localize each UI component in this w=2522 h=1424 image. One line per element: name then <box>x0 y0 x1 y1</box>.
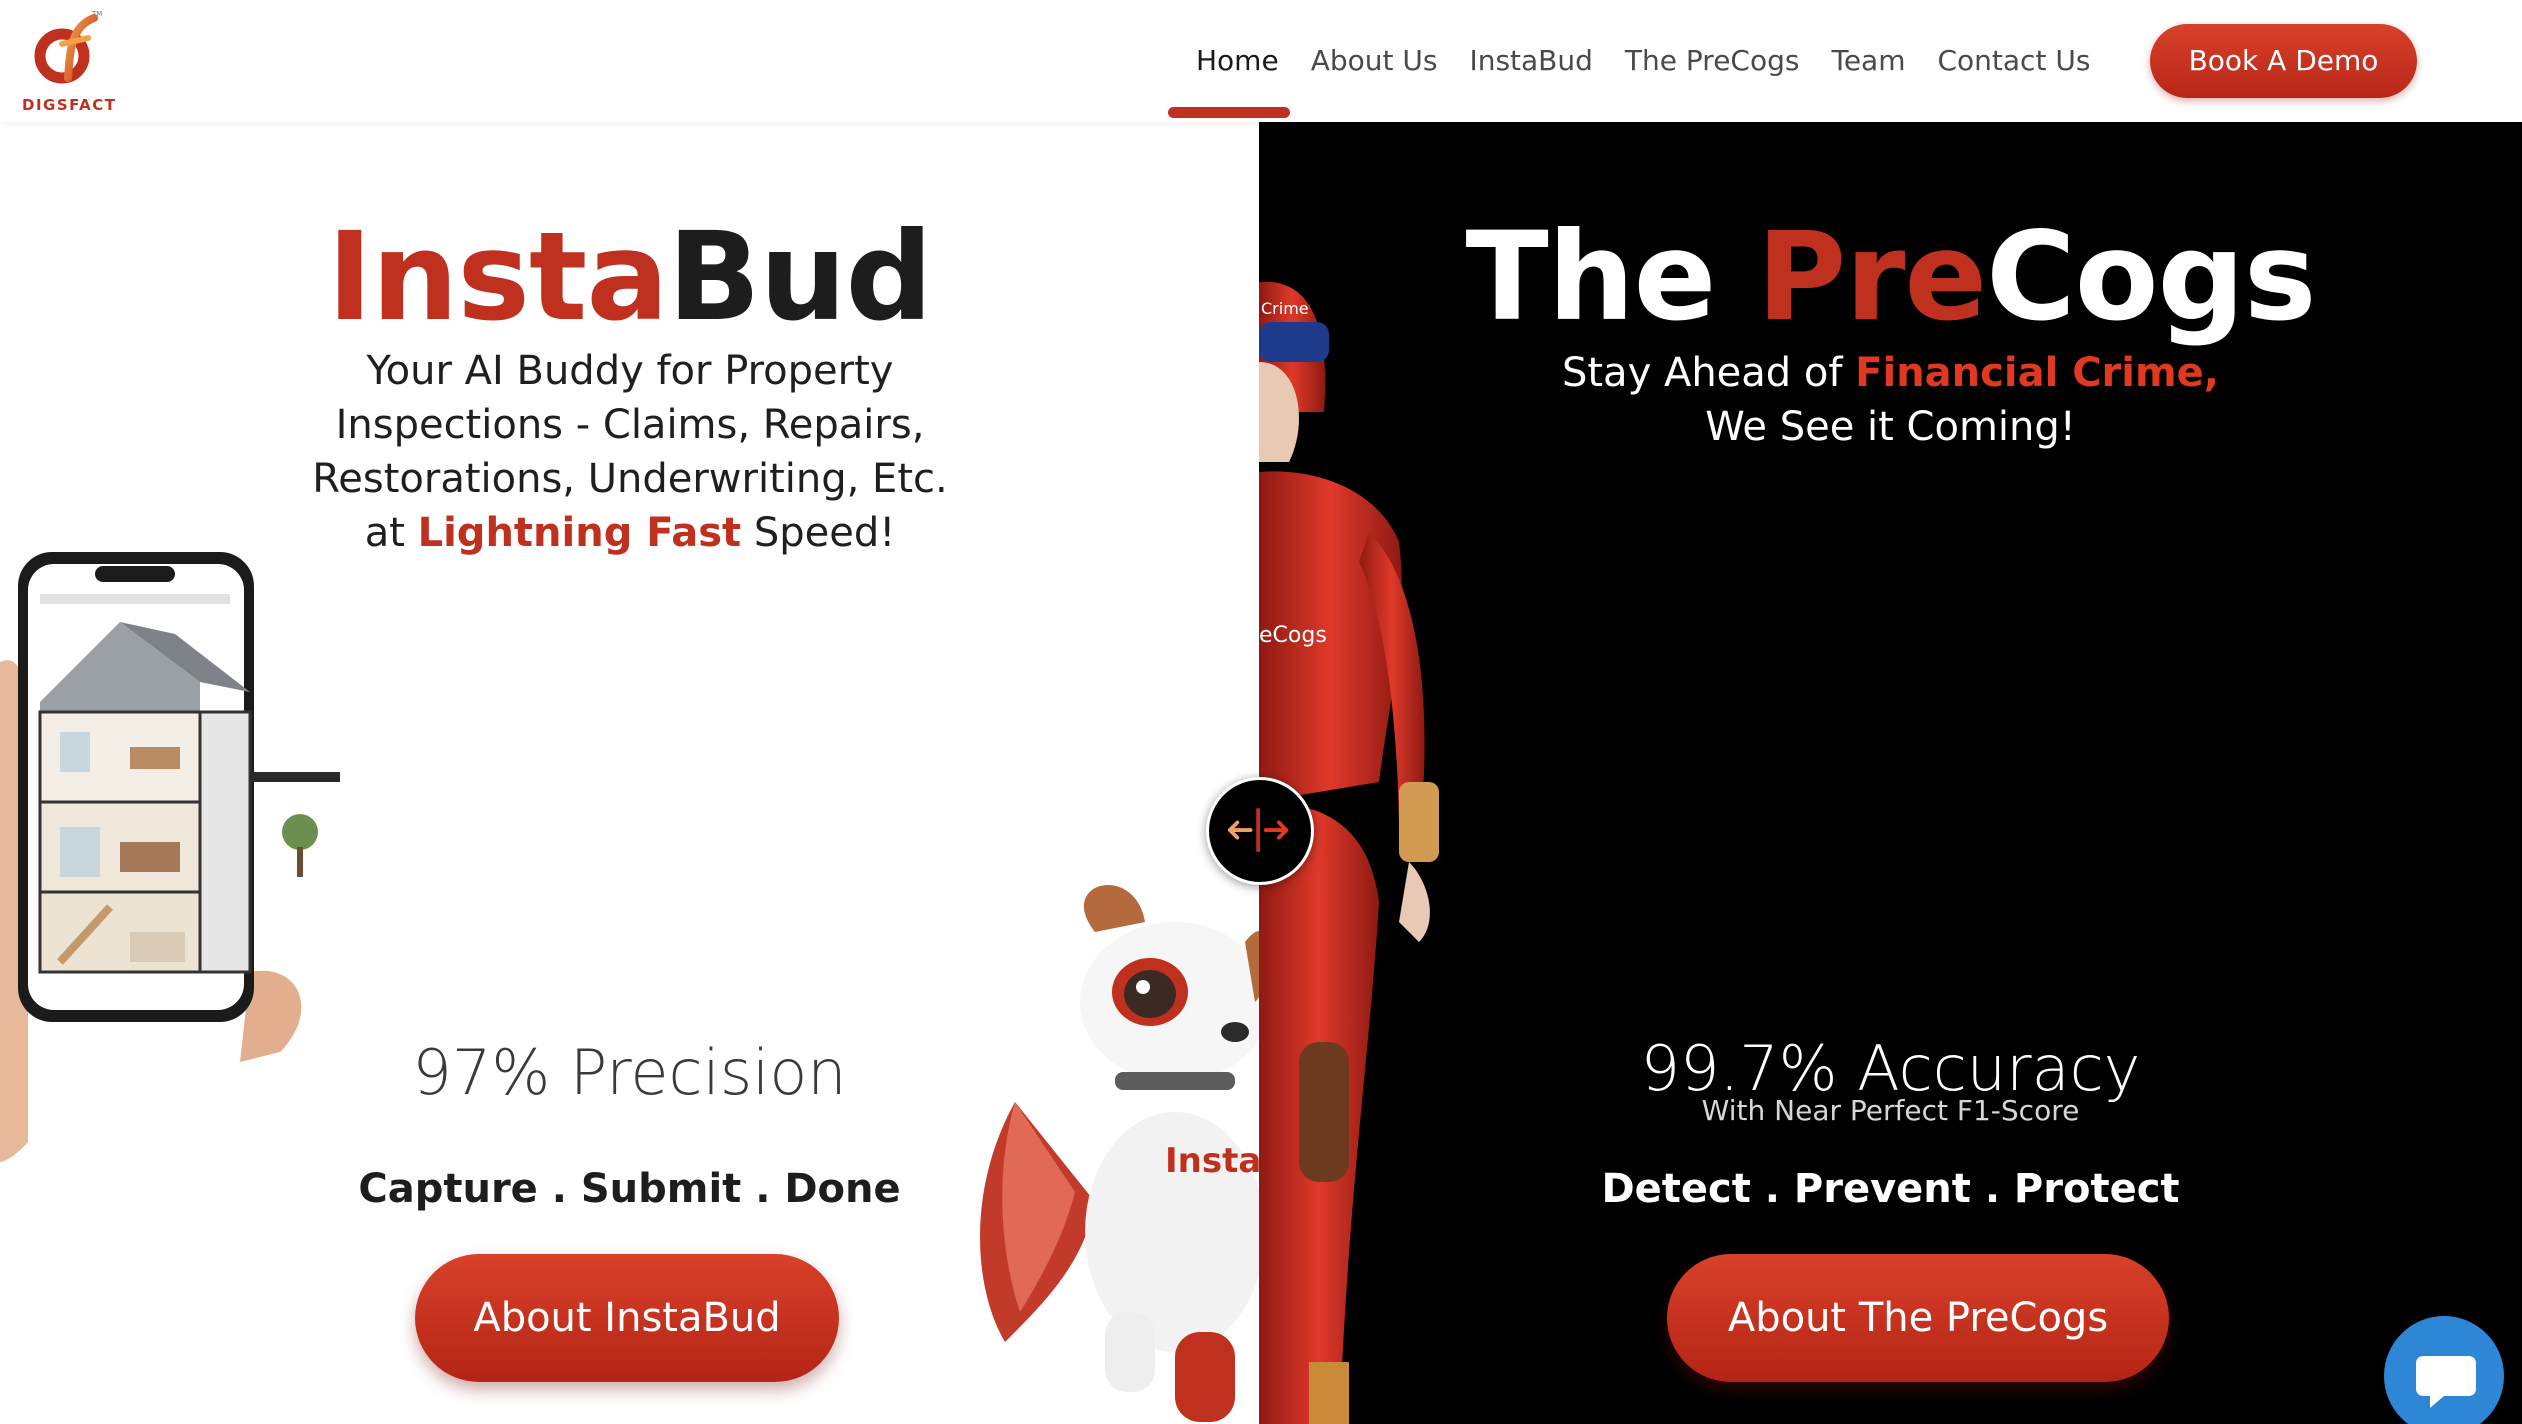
precogs-subtitle-highlight: Financial Crime, <box>1855 350 2219 396</box>
instabud-motto: Capture . Submit . Done <box>358 1166 901 1212</box>
precogs-title-pre: The <box>1465 206 1757 348</box>
precogs-f1-note: With Near Perfect F1-Score <box>1701 1094 2080 1127</box>
instabud-precision-stat: 97% Precision <box>412 1036 847 1109</box>
about-precogs-button[interactable]: About The PreCogs <box>1667 1254 2169 1382</box>
precogs-motto: Detect . Prevent . Protect <box>1601 1166 2180 1212</box>
dog-mascot-illustration: Insta <box>980 884 1259 1422</box>
nav-home[interactable]: Home <box>1180 38 1295 88</box>
instabud-title: InstaBud <box>0 206 1259 348</box>
main-nav: Home About Us InstaBud The PreCogs Team … <box>1180 38 2106 88</box>
split-arrows-icon <box>1227 808 1289 852</box>
top-navbar: TM DIGSFACT Home About Us InstaBud The P… <box>0 0 2522 122</box>
precogs-subtitle: Stay Ahead of Financial Crime, We See it … <box>1259 346 2522 454</box>
chat-widget-button[interactable] <box>2384 1316 2504 1424</box>
svg-text:TM: TM <box>91 10 102 18</box>
instabud-subtitle-end: Speed! <box>741 510 896 556</box>
suit-badge-text: eCogs <box>1259 623 1327 648</box>
precogs-title: The PreCogs <box>1259 206 2522 348</box>
instabud-subtitle-highlight: Lightning Fast <box>417 510 742 556</box>
book-demo-button[interactable]: Book A Demo <box>2150 24 2417 98</box>
nav-team[interactable]: Team <box>1815 38 1921 88</box>
instabud-title-rest: Bud <box>667 206 933 348</box>
instabud-title-accent: Insta <box>327 206 669 348</box>
brand-logo[interactable]: TM DIGSFACT <box>22 8 122 114</box>
chat-bubble-icon <box>2416 1356 2476 1408</box>
nav-instabud[interactable]: InstaBud <box>1453 38 1608 88</box>
nav-precogs[interactable]: The PreCogs <box>1609 38 1816 88</box>
active-nav-indicator <box>1168 107 1290 118</box>
about-instabud-button[interactable]: About InstaBud <box>415 1254 839 1382</box>
nav-contact-us[interactable]: Contact Us <box>1921 38 2106 88</box>
nav-about-us[interactable]: About Us <box>1295 38 1454 88</box>
instabud-subtitle: Your AI Buddy for Property Inspections -… <box>300 344 960 560</box>
instabud-panel: InstaBud Your AI Buddy for Property Insp… <box>0 122 1259 1424</box>
digsfact-logo-icon: TM <box>34 10 102 84</box>
comparison-slider-handle[interactable] <box>1206 777 1314 885</box>
precogs-subtitle-line2: We See it Coming! <box>1705 404 2076 450</box>
precogs-title-accent: Pre <box>1756 206 1987 348</box>
precogs-panel: Crime eCogs The PreCogs Stay Ahead of Fi… <box>1259 122 2522 1424</box>
precogs-subtitle-text: Stay Ahead of <box>1561 350 1856 396</box>
precogs-title-rest: Cogs <box>1986 206 2316 348</box>
brand-name: DIGSFACT <box>22 96 117 114</box>
